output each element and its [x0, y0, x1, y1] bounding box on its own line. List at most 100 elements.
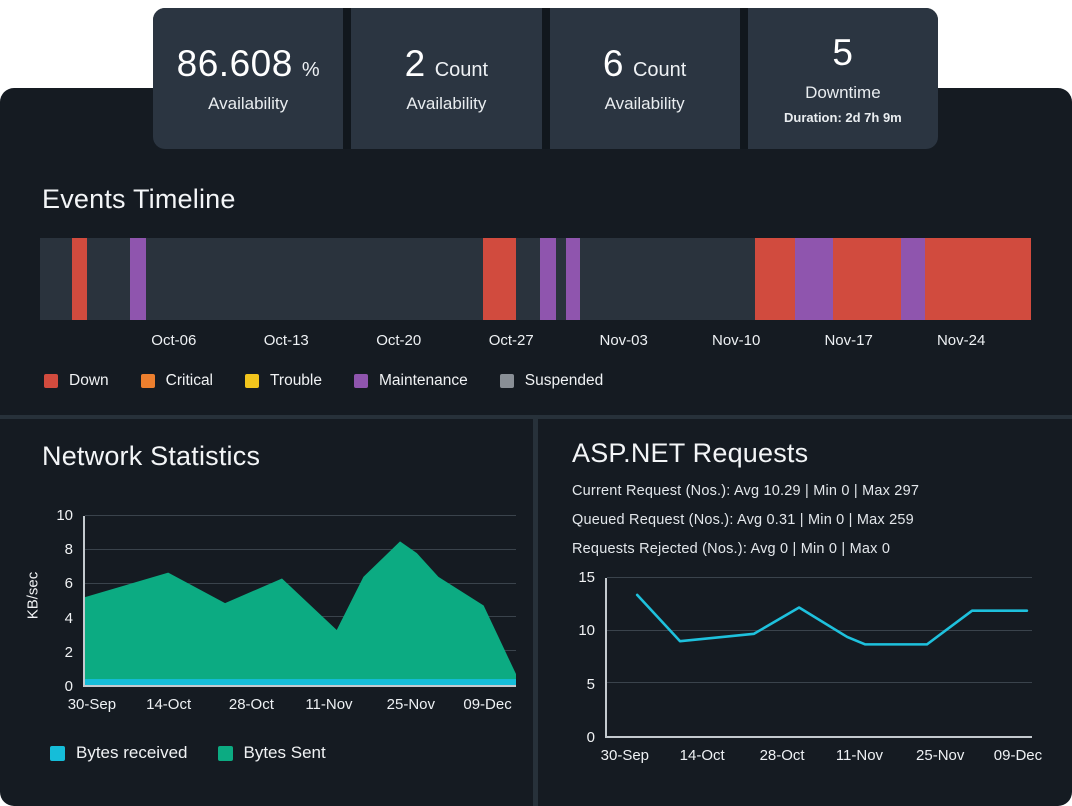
legend-label: Trouble — [270, 372, 322, 390]
timeline-segment-down[interactable] — [72, 238, 87, 320]
legend-swatch-icon — [141, 374, 155, 388]
legend-item-suspended[interactable]: Suspended — [500, 372, 603, 390]
timeline-segment-down[interactable] — [833, 238, 901, 320]
timeline-xtick-label: Oct-27 — [489, 332, 534, 349]
legend-label: Maintenance — [379, 372, 468, 390]
aspnet-requests-title: ASP.NET Requests — [572, 438, 808, 469]
timeline-segment-maintenance[interactable] — [795, 238, 833, 320]
xtick-label: 09-Dec — [994, 747, 1042, 764]
legend-item-maintenance[interactable]: Maintenance — [354, 372, 468, 390]
xtick-label: 11-Nov — [305, 696, 352, 713]
stat-value: 2 — [405, 43, 426, 85]
aspnet-yaxis-labels: 051015 — [555, 578, 595, 736]
ytick-label: 0 — [65, 678, 73, 696]
stat-value-row: 5 — [832, 32, 853, 74]
legend-swatch-icon — [354, 374, 368, 388]
network-xaxis-labels: 30-Sep14-Oct28-Oct11-Nov25-Nov09-Dec — [85, 696, 516, 716]
legend-label: Critical — [166, 372, 213, 390]
aspnet-stats: Current Request (Nos.): Avg 10.29 | Min … — [572, 477, 919, 564]
ytick-label: 5 — [587, 676, 595, 694]
stat-value: 5 — [832, 32, 853, 74]
stat-value-row: 6 Count — [603, 43, 686, 85]
timeline-xtick-label: Nov-17 — [824, 332, 872, 349]
timeline-segment-down[interactable] — [755, 238, 795, 320]
legend-item-bytes-sent[interactable]: Bytes Sent — [218, 743, 326, 763]
events-timeline-bar — [40, 238, 1031, 320]
stat-value: 6 — [603, 43, 624, 85]
stat-label: Availability — [208, 94, 288, 114]
ytick-label: 2 — [65, 644, 73, 662]
xtick-label: 14-Oct — [680, 747, 725, 764]
stat-cards: 86.608 % Availability 2 Count Availabili… — [153, 8, 938, 149]
legend-swatch-icon — [500, 374, 514, 388]
stat-value: 86.608 — [177, 43, 293, 85]
timeline-segment-down[interactable] — [925, 238, 1031, 320]
legend-item-bytes-received[interactable]: Bytes received — [50, 743, 188, 763]
stat-card-availability-count-1: 2 Count Availability — [351, 8, 541, 149]
legend-swatch-icon — [245, 374, 259, 388]
legend-item-down[interactable]: Down — [44, 372, 109, 390]
legend-swatch-icon — [218, 746, 233, 761]
xtick-label: 30-Sep — [601, 747, 649, 764]
aspnet-xaxis-labels: 30-Sep14-Oct28-Oct11-Nov25-Nov09-Dec — [607, 747, 1032, 767]
legend-item-critical[interactable]: Critical — [141, 372, 213, 390]
network-area-chart[interactable]: 0246810 30-Sep14-Oct28-Oct11-Nov25-Nov09… — [83, 516, 516, 687]
vertical-divider — [533, 419, 538, 806]
timeline-segment-down[interactable] — [483, 238, 516, 320]
aspnet-current-request-stat: Current Request (Nos.): Avg 10.29 | Min … — [572, 477, 919, 506]
bytes-received-area — [85, 679, 516, 685]
downtime-duration: Duration: 2d 7h 9m — [784, 110, 902, 125]
legend-item-trouble[interactable]: Trouble — [245, 372, 322, 390]
timeline-xtick-label: Nov-24 — [937, 332, 985, 349]
dashboard-panel: Events Timeline Oct-06 Oct-13 Oct-20 Oct-27… — [0, 88, 1072, 806]
ytick-label: 10 — [56, 507, 73, 525]
bytes-sent-area — [85, 541, 516, 685]
timeline-segment-maintenance[interactable] — [130, 238, 146, 320]
timeline-xtick-label: Nov-10 — [712, 332, 760, 349]
xtick-label: 14-Oct — [146, 696, 191, 713]
legend-swatch-icon — [44, 374, 58, 388]
legend-label: Down — [69, 372, 109, 390]
xtick-label: 25-Nov — [387, 696, 435, 713]
legend-label: Bytes received — [76, 743, 188, 763]
legend-label: Bytes Sent — [244, 743, 326, 763]
aspnet-queued-request-stat: Queued Request (Nos.): Avg 0.31 | Min 0 … — [572, 506, 919, 535]
network-statistics-title: Network Statistics — [42, 441, 260, 472]
xtick-label: 28-Oct — [760, 747, 805, 764]
ytick-label: 0 — [587, 729, 595, 747]
stat-card-downtime: 5 Downtime Duration: 2d 7h 9m — [748, 8, 938, 149]
ytick-label: 8 — [65, 541, 73, 559]
timeline-xtick-label: Oct-06 — [151, 332, 196, 349]
aspnet-line-chart[interactable]: 051015 30-Sep14-Oct28-Oct11-Nov25-Nov09-… — [605, 578, 1032, 738]
xtick-label: 30-Sep — [68, 696, 116, 713]
xtick-label: 11-Nov — [836, 747, 883, 764]
timeline-segment-maintenance[interactable] — [540, 238, 556, 320]
stat-unit: Count — [633, 59, 686, 82]
legend-swatch-icon — [50, 746, 65, 761]
ytick-label: 4 — [65, 610, 73, 628]
timeline-xtick-label: Oct-20 — [376, 332, 421, 349]
network-legend: Bytes received Bytes Sent — [50, 743, 326, 763]
events-timeline-legend: Down Critical Trouble Maintenance Suspended — [44, 372, 603, 390]
xtick-label: 28-Oct — [229, 696, 274, 713]
events-timeline-xaxis: Oct-06 Oct-13 Oct-20 Oct-27 Nov-03 Nov-10 Nov-… — [40, 332, 1031, 352]
ytick-label: 6 — [65, 575, 73, 593]
timeline-xtick-label: Nov-03 — [600, 332, 648, 349]
stat-unit: % — [302, 59, 320, 82]
legend-label: Suspended — [525, 372, 603, 390]
aspnet-line-svg — [607, 578, 1032, 736]
network-area-svg — [85, 516, 516, 685]
monitoring-dashboard: 86.608 % Availability 2 Count Availabili… — [0, 0, 1072, 806]
network-yaxis-title: KB/sec — [25, 546, 42, 646]
xtick-label: 09-Dec — [463, 696, 511, 713]
stat-label: Availability — [406, 94, 486, 114]
timeline-xtick-label: Oct-13 — [264, 332, 309, 349]
ytick-label: 10 — [578, 622, 595, 640]
timeline-segment-maintenance[interactable] — [566, 238, 580, 320]
stat-value-row: 86.608 % — [177, 43, 320, 85]
ytick-label: 15 — [578, 569, 595, 587]
timeline-segment-maintenance[interactable] — [901, 238, 925, 320]
events-timeline-title: Events Timeline — [42, 184, 236, 215]
stat-label: Availability — [605, 94, 685, 114]
aspnet-rejected-request-stat: Requests Rejected (Nos.): Avg 0 | Min 0 … — [572, 535, 919, 564]
